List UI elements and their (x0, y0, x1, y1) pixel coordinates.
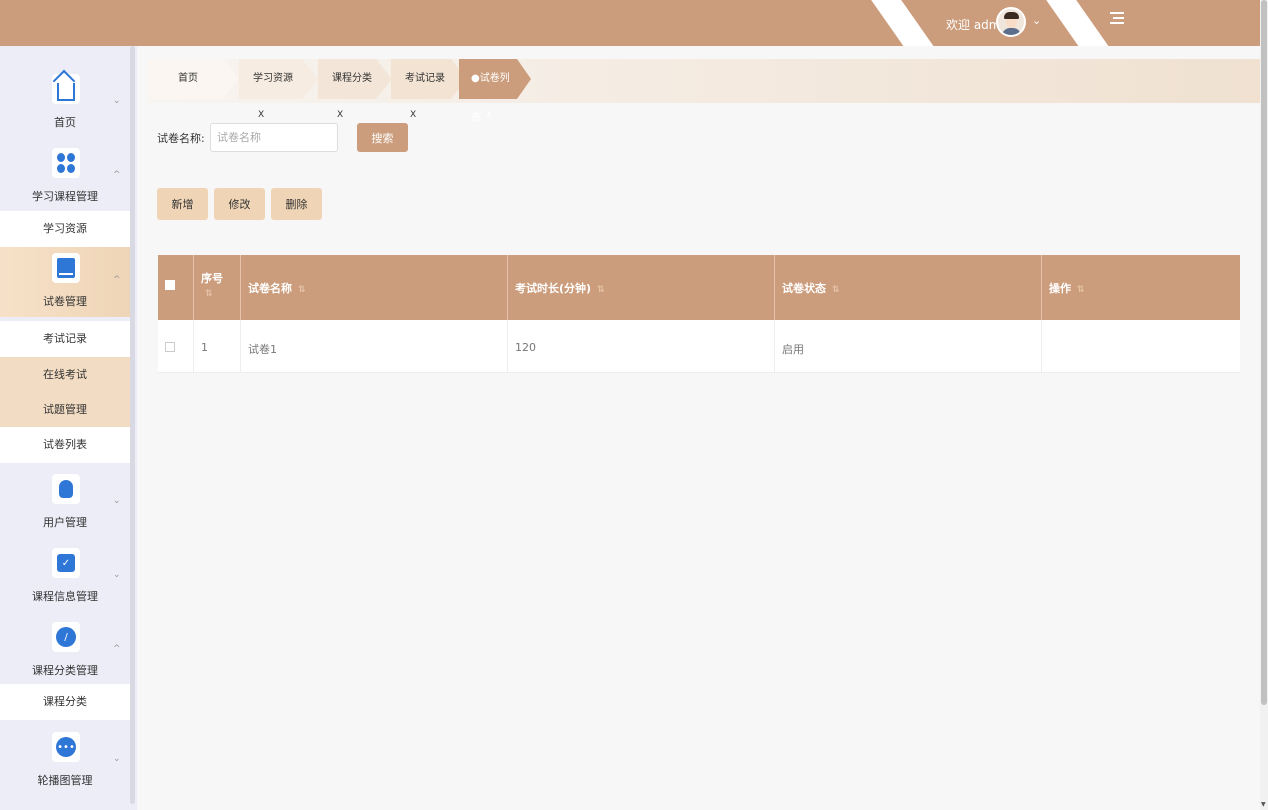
cell-duration: 120 (508, 320, 775, 372)
sort-icon[interactable]: ⇅ (205, 289, 213, 299)
sidebar-item-course-info[interactable]: ✓ 课程信息管理 ⌄ (0, 542, 130, 612)
table-header: 序号 ⇅ 试卷名称 ⇅ 考试时长(分钟) ⇅ 试卷状态 ⇅ 操作 ⇅ (158, 255, 1240, 320)
select-all-cell (158, 255, 194, 320)
header-decor-stripe (869, 0, 937, 46)
sidebar-subitem-online-exam[interactable]: 在线考试 (0, 357, 130, 393)
cell-status: 启用 (775, 320, 1042, 372)
sidebar-item-label: 首页 (54, 116, 76, 129)
sidebar-item-label: 用户管理 (43, 516, 87, 529)
course-info-icon: ✓ (52, 548, 80, 578)
sidebar-item-exam-papers[interactable]: 试卷管理 ^ (0, 247, 130, 317)
page-scrollbar[interactable]: ▼ (1260, 0, 1268, 810)
chevron-down-icon[interactable]: ⌄ (1032, 14, 1041, 27)
chevron-up-icon: ^ (113, 644, 121, 654)
carousel-icon: ••• (52, 732, 80, 762)
sidebar: 首页 ⌄ 学习课程管理 ^ 学习资源 试卷管理 ^ 考试记录 在线考试 试题管理… (0, 46, 137, 810)
search-button[interactable]: 搜索 (357, 123, 408, 152)
sort-icon[interactable]: ⇅ (298, 285, 306, 295)
cell-index: 1 (194, 320, 241, 372)
sidebar-item-home[interactable]: 首页 ⌄ (0, 68, 130, 138)
sort-icon[interactable]: ⇅ (1077, 285, 1085, 295)
grid-icon (52, 148, 80, 178)
column-label: 序号 (201, 272, 223, 285)
sidebar-subitem-paper-list[interactable]: 试卷列表 (0, 427, 130, 463)
table-row[interactable]: 1 试卷1 120 启用 (158, 320, 1240, 373)
delete-button[interactable]: 删除 (271, 188, 322, 220)
paper-table: 序号 ⇅ 试卷名称 ⇅ 考试时长(分钟) ⇅ 试卷状态 ⇅ 操作 ⇅ 1 试卷1 120 … (158, 255, 1240, 373)
column-header-status[interactable]: 试卷状态 ⇅ (775, 255, 1042, 320)
tab-label: 考试记录 (405, 73, 445, 84)
chevron-down-icon: ⌄ (113, 754, 121, 764)
close-icon[interactable]: X (486, 110, 492, 120)
sort-icon[interactable]: ⇅ (597, 285, 605, 295)
sidebar-item-course-study[interactable]: 学习课程管理 ^ (0, 142, 130, 212)
sidebar-subitem-learning-resources[interactable]: 学习资源 (0, 211, 130, 247)
sidebar-item-label: 课程分类管理 (32, 664, 98, 677)
sort-icon[interactable]: ⇅ (832, 285, 840, 295)
header-decor-stripe (1044, 0, 1112, 46)
tab-label: 课程分类 (332, 73, 372, 84)
select-all-checkbox[interactable] (165, 280, 175, 290)
search-label: 试卷名称: (157, 132, 205, 145)
column-label: 试卷状态 (782, 282, 826, 295)
menu-toggle-icon[interactable] (1110, 12, 1124, 28)
user-icon (52, 474, 80, 504)
row-select-cell (158, 320, 194, 372)
sidebar-item-label: 课程信息管理 (32, 590, 98, 603)
cell-operations (1042, 320, 1240, 372)
column-header-operations: 操作 ⇅ (1042, 255, 1240, 320)
sidebar-subitem-course-category[interactable]: 课程分类 (0, 684, 130, 720)
paper-icon (52, 253, 80, 283)
column-header-duration[interactable]: 考试时长(分钟) ⇅ (508, 255, 775, 320)
column-header-index[interactable]: 序号 ⇅ (194, 255, 241, 320)
sidebar-item-course-category[interactable]: / 课程分类管理 ^ (0, 616, 130, 686)
sidebar-scrollbar[interactable] (130, 46, 135, 804)
row-checkbox[interactable] (165, 342, 175, 352)
sidebar-subitem-question-management[interactable]: 试题管理 (0, 392, 130, 428)
category-icon: / (52, 622, 80, 652)
chevron-up-icon: ^ (113, 170, 121, 180)
sidebar-item-label: 试卷管理 (43, 295, 87, 308)
close-icon[interactable]: X (410, 110, 416, 120)
column-label: 考试时长(分钟) (515, 282, 592, 295)
home-icon (52, 74, 80, 104)
paper-name-search-input[interactable] (210, 123, 338, 152)
sidebar-item-carousel[interactable]: ••• 轮播图管理 ⌄ (0, 726, 130, 796)
chevron-down-icon: ⌄ (113, 496, 121, 506)
tab-label: 首页 (178, 73, 198, 84)
column-label: 试卷名称 (248, 282, 292, 295)
sidebar-item-users[interactable]: 用户管理 ⌄ (0, 468, 130, 538)
edit-button[interactable]: 修改 (214, 188, 265, 220)
column-header-paper-name[interactable]: 试卷名称 ⇅ (241, 255, 508, 320)
sidebar-item-label: 轮播图管理 (37, 774, 93, 787)
tab-bar: 首页 学习资源X 课程分类X 考试记录X ●试卷列表 X (148, 59, 1260, 124)
chevron-down-icon: ⌄ (113, 96, 121, 106)
close-icon[interactable]: X (258, 110, 264, 120)
close-icon[interactable]: X (337, 110, 343, 120)
chevron-down-icon: ⌄ (113, 570, 121, 580)
top-header: 欢迎 admin ⌄ (0, 0, 1260, 46)
sidebar-item-label: 学习课程管理 (32, 190, 98, 203)
chevron-up-icon: ^ (113, 275, 121, 285)
sidebar-subitem-exam-records[interactable]: 考试记录 (0, 321, 130, 357)
tab-label: 学习资源 (253, 73, 293, 84)
avatar[interactable] (996, 7, 1026, 37)
add-button[interactable]: 新增 (157, 188, 208, 220)
column-label: 操作 (1049, 282, 1071, 295)
cell-paper-name: 试卷1 (241, 320, 508, 372)
